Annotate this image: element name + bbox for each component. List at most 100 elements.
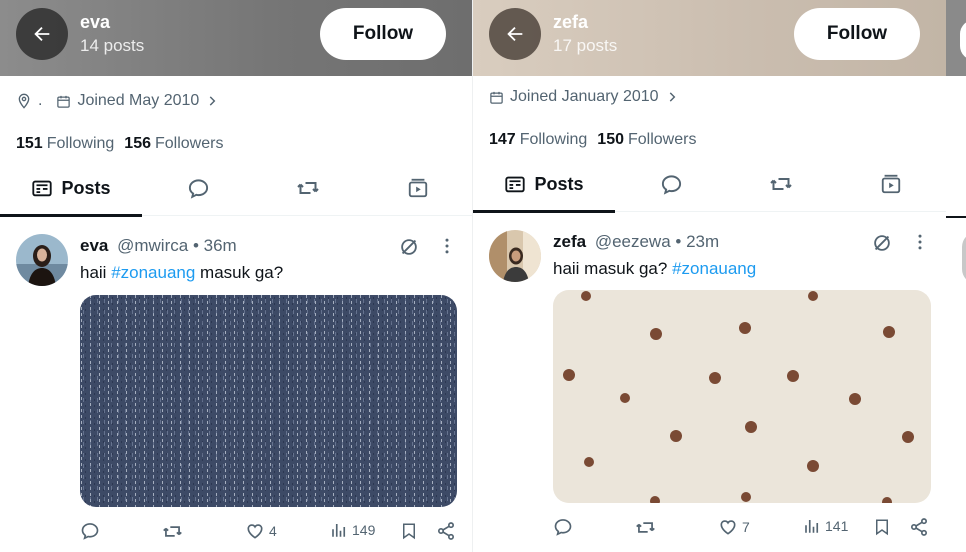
like-count: 7 <box>742 519 750 535</box>
view-count: 141 <box>825 518 849 534</box>
views-button[interactable]: 149 <box>330 521 375 539</box>
grok-icon[interactable] <box>398 236 420 258</box>
like-icon <box>720 520 736 535</box>
followers-label: Followers <box>628 131 697 148</box>
followers-link[interactable]: 150 Followers <box>597 131 696 149</box>
like-button[interactable]: 4 <box>245 521 277 541</box>
follow-button[interactable]: Follow <box>320 8 446 60</box>
media-tab-icon <box>408 178 428 198</box>
tab-posts[interactable]: Posts <box>473 156 615 213</box>
profile-meta: . Joined May 2010 <box>16 92 219 110</box>
post-author-name[interactable]: eva <box>80 236 108 255</box>
tab-replies[interactable] <box>633 156 709 212</box>
bookmark-button[interactable] <box>873 517 891 537</box>
tab-posts-label: Posts <box>61 177 111 198</box>
post-header: zefa @eezewa • 23m <box>553 232 719 252</box>
views-button[interactable]: 141 <box>803 517 848 535</box>
share-button[interactable] <box>909 517 929 537</box>
tab-media[interactable] <box>380 160 456 216</box>
back-button[interactable] <box>489 8 541 60</box>
avatar[interactable] <box>489 230 541 282</box>
back-arrow-icon <box>507 26 523 42</box>
avatar[interactable] <box>16 234 68 286</box>
post-text: haii #zonauang masuk ga? <box>80 263 283 283</box>
following-label: Following <box>519 131 588 148</box>
following-label: Following <box>46 135 115 152</box>
followers-label: Followers <box>155 135 224 152</box>
profile-header: zefa 17 posts Follow <box>473 0 946 76</box>
post-text-part: masuk ga? <box>195 263 284 282</box>
like-icon <box>247 524 263 539</box>
following-count: 147 <box>489 131 516 148</box>
following-count: 151 <box>16 135 43 152</box>
post-author-handle[interactable]: @eezewa <box>595 232 671 251</box>
tab-replies[interactable] <box>160 160 236 216</box>
reply-icon <box>554 519 572 536</box>
following-link[interactable]: 151 Following <box>16 135 114 153</box>
post-time: • 23m <box>675 232 720 251</box>
post-actions: 7 141 <box>553 517 933 541</box>
header-post-count: 17 posts <box>553 36 618 55</box>
calendar-icon <box>489 90 504 105</box>
profile-panel-zefa: zefa 17 posts Follow Joined January 2010… <box>472 0 946 552</box>
hashtag-link[interactable]: #zonauang <box>672 259 756 278</box>
followers-count: 156 <box>124 135 151 152</box>
tab-reposts[interactable] <box>743 156 819 212</box>
more-icon[interactable] <box>910 232 930 252</box>
header-post-count: 14 posts <box>80 36 145 55</box>
followers-link[interactable]: 156 Followers <box>124 135 223 153</box>
post-actions: 4 149 <box>80 521 460 545</box>
profile-tabs: Posts <box>473 156 946 213</box>
header-name: eva <box>80 12 111 32</box>
share-icon <box>438 522 454 540</box>
reposts-tab-icon <box>770 178 792 190</box>
next-profile-panel-edge <box>946 0 966 552</box>
joined-date[interactable]: Joined January 2010 <box>510 88 659 106</box>
repost-button[interactable] <box>162 521 183 542</box>
followers-count: 150 <box>597 131 624 148</box>
reply-icon <box>81 523 99 540</box>
tab-reposts[interactable] <box>270 160 346 216</box>
active-tab-indicator <box>473 210 615 213</box>
hashtag-link[interactable]: #zonauang <box>111 263 195 282</box>
posts-tab-icon <box>32 180 53 197</box>
profile-meta: Joined January 2010 <box>489 88 679 106</box>
view-count: 149 <box>352 522 376 538</box>
post-author-handle[interactable]: @mwirca <box>117 236 188 255</box>
joined-date[interactable]: Joined May 2010 <box>77 92 199 110</box>
follow-button[interactable]: Follow <box>794 8 920 60</box>
repost-button[interactable] <box>635 517 656 538</box>
tab-posts-label: Posts <box>534 173 584 194</box>
location-icon <box>16 93 32 109</box>
views-icon <box>805 520 819 533</box>
reply-button[interactable] <box>80 521 100 541</box>
share-button[interactable] <box>436 521 456 541</box>
repost-icon <box>163 526 182 537</box>
post-text: haii masuk ga? #zonauang <box>553 259 756 279</box>
more-icon[interactable] <box>437 236 457 256</box>
like-button[interactable]: 7 <box>718 517 750 537</box>
views-icon <box>332 524 346 537</box>
like-count: 4 <box>269 523 277 539</box>
media-tab-icon <box>881 174 901 194</box>
bookmark-icon <box>403 523 415 540</box>
post-author-name[interactable]: zefa <box>553 232 586 251</box>
replies-tab-icon <box>661 174 681 195</box>
location-text: . <box>38 92 43 109</box>
tab-posts[interactable]: Posts <box>0 160 142 217</box>
bookmark-icon <box>876 519 888 536</box>
profile-tabs: Posts <box>0 160 472 217</box>
calendar-icon <box>56 94 71 109</box>
tab-media[interactable] <box>853 156 929 212</box>
next-panel-avatar-edge <box>962 232 966 284</box>
post-time: • 36m <box>192 236 237 255</box>
following-link[interactable]: 147 Following <box>489 131 587 149</box>
bookmark-button[interactable] <box>400 521 418 541</box>
post-image[interactable] <box>553 290 931 503</box>
reply-button[interactable] <box>553 517 573 537</box>
reposts-tab-icon <box>297 182 319 194</box>
post-image[interactable] <box>80 295 457 507</box>
grok-icon[interactable] <box>871 232 893 254</box>
follow-stats: 147 Following 150 Followers <box>489 131 696 149</box>
back-button[interactable] <box>16 8 68 60</box>
